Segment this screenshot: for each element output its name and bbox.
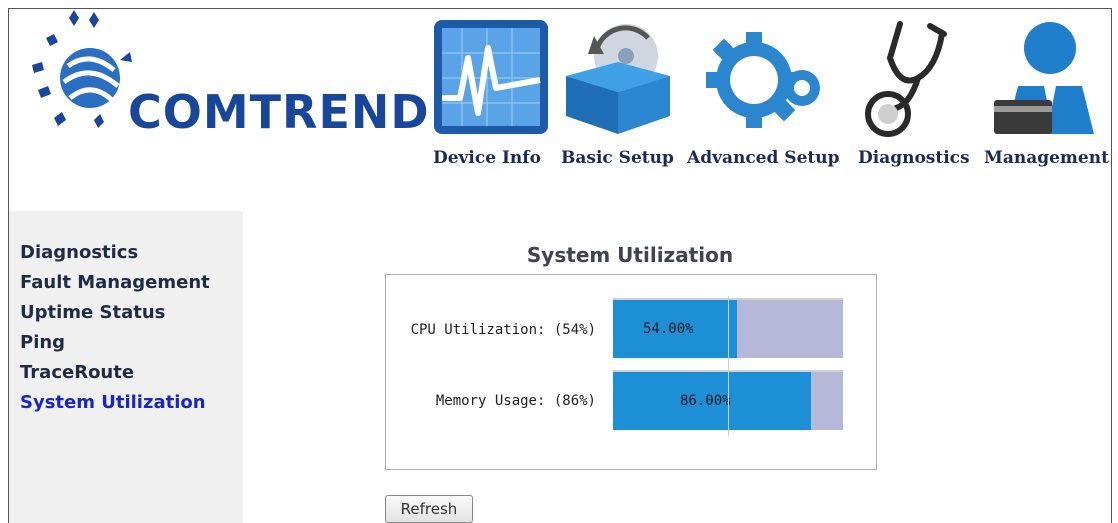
memory-usage-value: 86.00% bbox=[680, 393, 731, 409]
nav-diagnostics[interactable]: Diagnostics bbox=[858, 148, 970, 168]
cpu-utilization-value: 54.00% bbox=[643, 321, 694, 337]
cpu-utilization-label: CPU Utilization: (54%) bbox=[410, 322, 596, 338]
nav-advanced-setup[interactable]: Advanced Setup bbox=[687, 148, 840, 168]
nav-basic-setup[interactable]: Basic Setup bbox=[561, 148, 674, 168]
basic-setup-box-icon[interactable] bbox=[558, 18, 678, 138]
nav-device-info[interactable]: Device Info bbox=[433, 148, 541, 168]
sidebar-item-traceroute[interactable]: TraceRoute bbox=[20, 358, 210, 388]
person-card-icon[interactable] bbox=[990, 18, 1102, 138]
advanced-setup-gears-icon[interactable] bbox=[702, 18, 828, 136]
sidebar-item-ping[interactable]: Ping bbox=[20, 328, 210, 358]
sidebar-item-uptime-status[interactable]: Uptime Status bbox=[20, 298, 210, 328]
sidebar-item-system-utilization[interactable]: System Utilization bbox=[20, 388, 210, 418]
page-title: System Utilization bbox=[526, 243, 734, 267]
stethoscope-icon[interactable] bbox=[860, 18, 970, 138]
device-info-monitor-icon[interactable] bbox=[432, 18, 550, 136]
sidebar-item-fault-management[interactable]: Fault Management bbox=[20, 268, 210, 298]
nav-management[interactable]: Management bbox=[984, 148, 1109, 168]
sidebar-item-diagnostics[interactable]: Diagnostics bbox=[20, 238, 210, 268]
sidebar: Diagnostics Fault Management Uptime Stat… bbox=[20, 238, 210, 418]
bar-gridline bbox=[728, 296, 729, 436]
refresh-button[interactable]: Refresh bbox=[385, 495, 473, 523]
brand-name: COMTREND bbox=[128, 85, 430, 139]
comtrend-logo-icon bbox=[32, 10, 132, 128]
memory-usage-label: Memory Usage: (86%) bbox=[435, 393, 596, 409]
